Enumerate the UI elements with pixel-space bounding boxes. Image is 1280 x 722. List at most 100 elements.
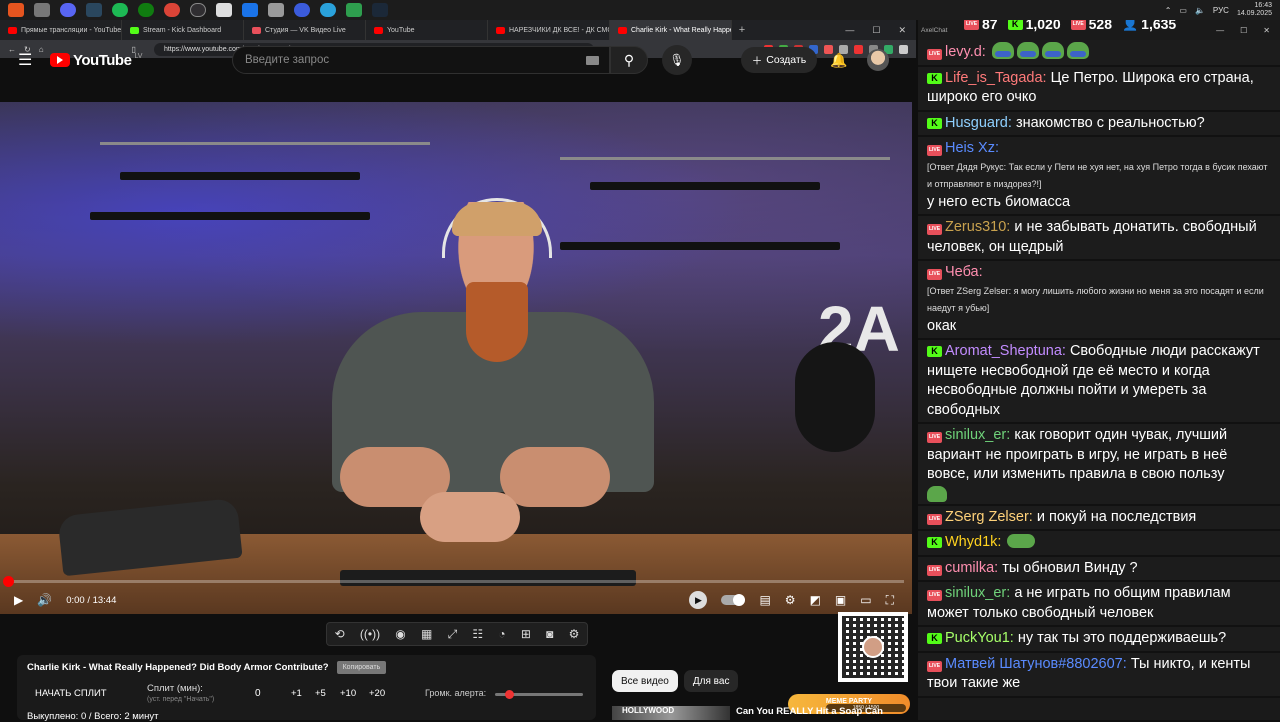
chat-username[interactable]: Чеба:	[945, 264, 983, 280]
media-icon[interactable]	[294, 3, 310, 17]
subtitles-icon[interactable]: ▤	[759, 593, 770, 607]
volume-icon[interactable]: 🔊	[37, 593, 52, 607]
increment-button[interactable]: +5	[315, 688, 326, 699]
keyboard-icon[interactable]	[586, 55, 599, 65]
brave-icon[interactable]	[8, 3, 24, 17]
chat-username[interactable]: Heis Xz:	[945, 140, 999, 156]
clock[interactable]: 16:43 14.09.2025	[1237, 2, 1272, 18]
telegram-icon[interactable]	[320, 3, 336, 17]
chat-username[interactable]: Aromat_Sheptuna:	[945, 343, 1066, 359]
search-button[interactable]: ⚲	[610, 46, 648, 74]
speed-icon[interactable]: ◔	[498, 627, 505, 641]
steam-alt-icon[interactable]	[372, 3, 388, 17]
network-icon[interactable]: ▭	[1179, 6, 1187, 15]
search-input[interactable]: Введите запрос	[232, 46, 610, 74]
browser-tab[interactable]: Студия — VK Видео Live	[244, 20, 366, 40]
split-controls: НАЧАТЬ СПЛИТ Сплит (мин): (уст. перед "Н…	[17, 683, 596, 707]
chat-username[interactable]: sinilux_er:	[945, 427, 1010, 443]
voice-search-button[interactable]: 🎙	[662, 45, 692, 75]
create-button[interactable]: ＋ Создать	[741, 47, 817, 73]
chat-username[interactable]: Husguard:	[945, 115, 1012, 131]
youtube-logo[interactable]: YouTube LV	[50, 52, 142, 69]
recommendation-title[interactable]: Can You REALLY Hit a Soap Can	[736, 706, 883, 717]
miniplayer-icon[interactable]: ◩	[810, 593, 821, 607]
browser-tab[interactable]: YouTube	[366, 20, 488, 40]
alert-volume-slider[interactable]	[495, 690, 583, 699]
recommendation-thumbnail[interactable]: HOLLYWOOD	[612, 706, 730, 720]
app-icon[interactable]	[216, 3, 232, 17]
chat-username[interactable]: Матвей Шатунов#8802607:	[945, 656, 1127, 672]
chip-all-videos[interactable]: Все видео	[612, 670, 678, 692]
increment-button[interactable]: +1	[291, 688, 302, 699]
chrome-icon[interactable]	[34, 3, 50, 17]
pip-icon[interactable]: ▣	[835, 593, 846, 607]
volume-icon[interactable]: 🔈	[1195, 6, 1205, 15]
browser-tab[interactable]: Прямые трансляции - YouTube Stu	[0, 20, 122, 40]
minimize-icon[interactable]: —	[1216, 26, 1224, 35]
avatar[interactable]	[867, 49, 889, 71]
browser-tab[interactable]: НАРЕЗЧИКИ ДК ВСЕ! - ДК СМОТРИТ	[488, 20, 610, 40]
kick-icon: K	[927, 346, 942, 357]
loop-icon[interactable]: ⟲	[335, 627, 345, 641]
presenter-hands	[420, 492, 520, 542]
tool-icon[interactable]	[268, 3, 284, 17]
clip-icon[interactable]: ▦	[421, 627, 432, 641]
chat-username[interactable]: Life_is_Tagada:	[945, 70, 1047, 86]
chat-username[interactable]: PuckYou1:	[945, 630, 1014, 646]
new-tab-button[interactable]: +	[732, 24, 752, 36]
chat-username[interactable]: levy.d:	[945, 44, 986, 60]
chip-for-you[interactable]: Для вас	[683, 670, 739, 692]
minimize-icon[interactable]: —	[845, 25, 854, 36]
browser-icon[interactable]	[242, 3, 258, 17]
chat-username[interactable]: Whyd1k:	[945, 534, 1001, 550]
maximize-icon[interactable]: ☐	[1240, 26, 1247, 35]
start-split-button[interactable]: НАЧАТЬ СПЛИТ	[35, 688, 107, 699]
chat-message: LIVE ZSerg Zelser: и покуй на последствия	[918, 505, 1280, 531]
sponsorblock-icon[interactable]: ▶	[689, 591, 708, 609]
add-icon[interactable]: ⊞	[521, 627, 531, 641]
gear-icon[interactable]: ⚙	[569, 627, 580, 641]
plus-icon: ＋	[751, 54, 763, 67]
player-controls: ▶ 🔊 0:00 / 13:44 ▶ ▤ ⚙ ◩ ▣ ▭ ⛶	[0, 586, 912, 614]
alert-volume-knob[interactable]	[505, 690, 514, 699]
notifications-bell-icon[interactable]: 🔔	[830, 52, 847, 69]
fullscreen-icon[interactable]: ⛶	[886, 593, 894, 608]
chevron-up-icon[interactable]: ⌃	[1165, 6, 1172, 15]
video-player[interactable]: 2A ▶ 🔊 0:00 / 13:44 ▶ ▤ ⚙ ◩ ▣ ▭ ⛶	[0, 102, 912, 614]
menu-icon[interactable]: ☰	[0, 50, 40, 70]
chat-username[interactable]: Zerus310:	[945, 219, 1010, 235]
view-icon[interactable]: ◉	[395, 627, 405, 641]
vk-live-icon: LIVE	[927, 513, 942, 525]
increment-button[interactable]: +20	[369, 688, 385, 699]
split-minutes-value[interactable]: 0	[255, 688, 261, 699]
expand-icon[interactable]: ⤢	[448, 627, 458, 642]
steam-icon[interactable]	[86, 3, 102, 17]
copy-button[interactable]: Копировать	[336, 661, 387, 674]
xbox-icon[interactable]	[138, 3, 154, 17]
maximize-icon[interactable]: ☐	[872, 25, 880, 36]
close-icon[interactable]: ✕	[898, 25, 906, 36]
language-indicator[interactable]: РУС	[1213, 6, 1229, 15]
chat-username[interactable]: cumilka:	[945, 560, 998, 576]
obs-icon[interactable]	[190, 3, 206, 17]
play-icon[interactable]: ▶	[14, 593, 23, 607]
close-icon[interactable]: ✕	[1263, 26, 1270, 35]
settings-icon[interactable]: ⚙	[785, 593, 796, 607]
browser-tab[interactable]: Charlie Kirk - What Really Happe	[610, 20, 732, 40]
browser-tab[interactable]: Stream - Kick Dashboard	[122, 20, 244, 40]
discord-icon[interactable]	[60, 3, 76, 17]
autoplay-toggle[interactable]	[721, 594, 746, 606]
list-icon[interactable]: ☷	[472, 627, 483, 641]
green-app-icon[interactable]	[346, 3, 362, 17]
camera-icon[interactable]: ◙	[546, 627, 553, 641]
pepe-emote-icon	[991, 42, 1014, 59]
spotify-icon[interactable]	[112, 3, 128, 17]
theater-mode-icon[interactable]: ▭	[860, 593, 871, 607]
progress-bar[interactable]	[3, 576, 904, 587]
chrome-alt-icon[interactable]	[164, 3, 180, 17]
chat-username[interactable]: ZSerg Zelser:	[945, 509, 1033, 525]
increment-button[interactable]: +10	[340, 688, 356, 699]
audio-icon[interactable]: ((•))	[360, 627, 380, 641]
chat-username[interactable]: sinilux_er:	[945, 585, 1010, 601]
user-icon: 👤	[1121, 20, 1139, 31]
